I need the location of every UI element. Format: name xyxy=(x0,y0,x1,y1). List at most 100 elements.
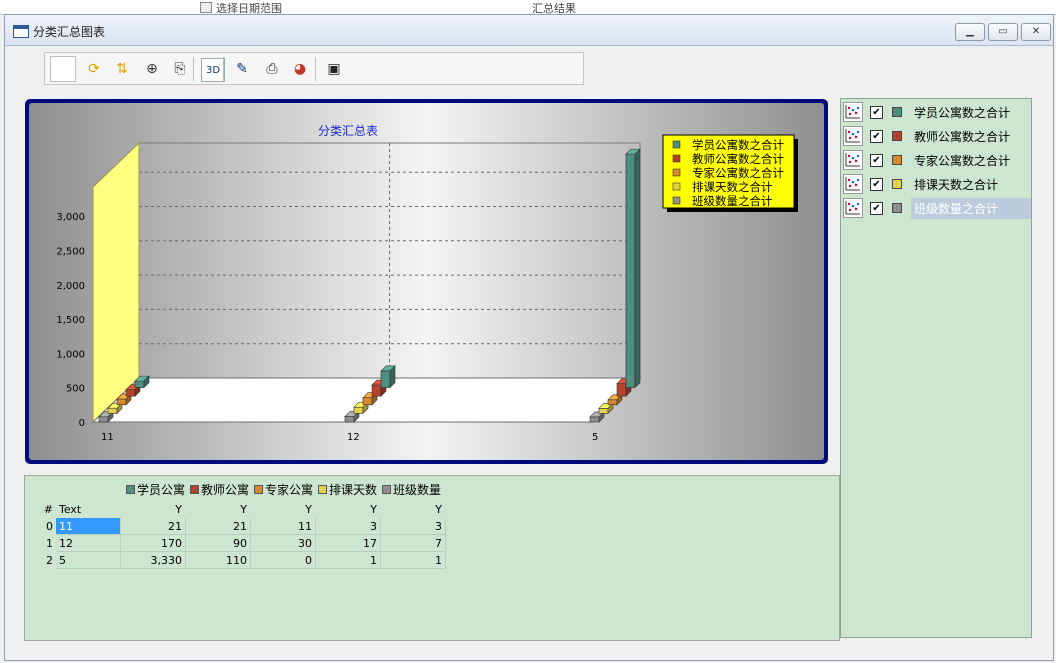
rotate-icon: ⟳ xyxy=(88,61,100,77)
window-app-icon xyxy=(13,25,29,38)
print-button[interactable]: ⎙ xyxy=(261,58,283,80)
grid-header-rownum: # xyxy=(43,502,53,516)
legend-label: 班级数量之合计 xyxy=(692,194,773,208)
copy-button[interactable]: ⎘ xyxy=(169,58,191,80)
value-cell[interactable]: 21 xyxy=(185,517,251,535)
refresh-button[interactable]: ⟳ xyxy=(83,58,105,80)
row-number: 2 xyxy=(46,553,53,567)
save-button[interactable]: ▣ xyxy=(323,58,345,80)
chart-area: 0 500 1,000 1,500 2,000 2,500 3,000 分类汇总表 11 12 5 学… xyxy=(25,99,828,464)
toolbar-separator xyxy=(75,57,76,81)
value-cell[interactable]: 11 xyxy=(250,517,316,535)
table-row[interactable]: 2 5 3,330 110 0 1 1 xyxy=(26,551,446,569)
series-swatch xyxy=(892,179,902,189)
bar-front xyxy=(625,153,636,388)
palette-icon: ◕ xyxy=(293,61,307,77)
palette-button[interactable]: ◕ xyxy=(289,58,311,80)
x-tick-label: 5 xyxy=(592,432,598,443)
x-tick-label: 11 xyxy=(101,432,114,443)
legend-swatch xyxy=(672,168,681,177)
gallery-button[interactable] xyxy=(50,56,76,82)
grid-legend-item: 班级数量 xyxy=(382,481,446,497)
chart-legend[interactable]: 学员公寓数之合计教师公寓数之合计专家公寓数之合计排课天数之合计班级数量之合计 xyxy=(662,134,798,212)
value-cell[interactable]: 3,330 xyxy=(120,551,186,569)
series-label: 班级数量之合计 xyxy=(911,197,1031,219)
grid-header-y: Y xyxy=(240,502,247,516)
minimize-button[interactable]: ▁ xyxy=(955,23,985,41)
bar-front xyxy=(589,416,600,423)
series-checkbox[interactable]: ✔ xyxy=(870,201,883,215)
text-cell[interactable]: 11 xyxy=(55,517,121,535)
format-button[interactable]: ✎ xyxy=(231,58,253,80)
legend-swatch xyxy=(672,196,681,205)
zoom-icon: ⊕ xyxy=(146,61,158,77)
value-cell[interactable]: 17 xyxy=(315,534,381,552)
series-list-item[interactable]: ✔ 学员公寓数之合计 xyxy=(843,102,1031,122)
series-label: 学员公寓数之合计 xyxy=(914,105,1011,120)
bar-学员公寓数之合计-12[interactable] xyxy=(380,365,396,389)
axis-arrows-icon: ⇅ xyxy=(116,61,128,77)
bar-front xyxy=(344,416,355,423)
value-cell[interactable]: 1 xyxy=(315,551,381,569)
series-label: 专家公寓数之合计 xyxy=(914,153,1011,168)
minimize-icon: ▁ xyxy=(966,26,974,37)
series-list-item[interactable]: ✔ 教师公寓数之合计 xyxy=(843,126,1031,146)
table-row[interactable]: 1 12 170 90 30 17 7 xyxy=(26,534,446,552)
chart-title: 分类汇总表 xyxy=(318,124,378,138)
series-list-item[interactable]: ✔ 专家公寓数之合计 xyxy=(843,150,1031,170)
series-list-item[interactable]: ✔ 班级数量之合计 xyxy=(843,197,1031,219)
text-cell[interactable]: 12 xyxy=(55,534,121,552)
value-cell[interactable]: 1 xyxy=(380,551,446,569)
text-cell[interactable]: 5 xyxy=(55,551,121,569)
chart-svg[interactable]: 0 500 1,000 1,500 2,000 2,500 3,000 分类汇总表 11 12 5 学… xyxy=(29,103,824,460)
zoom-button[interactable]: ⊕ xyxy=(141,58,163,80)
data-grid-panel: 学员公寓 教师公寓 专家公寓 排课天数 班级数量 # Text Y Y Y Y Y 0 11 21 21 11… xyxy=(24,475,840,641)
series-swatch xyxy=(318,484,327,494)
grid-header-y: Y xyxy=(370,502,377,516)
chart-left-wall xyxy=(92,141,140,424)
background-checkbox xyxy=(200,2,212,13)
y-tick-label: 3,000 xyxy=(56,212,85,223)
value-cell[interactable]: 3 xyxy=(315,517,381,535)
x-tick-label: 12 xyxy=(347,432,360,443)
3d-button[interactable]: 3D xyxy=(201,58,225,82)
legend-label: 学员公寓数之合计 xyxy=(692,138,784,152)
value-cell[interactable]: 0 xyxy=(250,551,316,569)
title-bar[interactable]: 分类汇总图表 ▁ ▭ ✕ xyxy=(5,15,1053,46)
y-tick-label: 1,000 xyxy=(56,349,85,360)
grid-legend-item: 学员公寓 xyxy=(126,481,190,497)
series-list-item[interactable]: ✔ 排课天数之合计 xyxy=(843,174,1031,194)
series-checkbox[interactable]: ✔ xyxy=(870,153,883,167)
table-row[interactable]: 0 11 21 21 11 3 3 xyxy=(26,517,446,535)
scatter-chart-icon xyxy=(843,102,863,122)
value-cell[interactable]: 3 xyxy=(380,517,446,535)
data-grid[interactable]: # Text Y Y Y Y Y 0 11 21 21 11 3 3 1 12 170 90 30 17 7 2 5 3,33… xyxy=(25,500,446,569)
bar-front xyxy=(607,399,618,406)
value-cell[interactable]: 110 xyxy=(185,551,251,569)
legend-label: 排课天数之合计 xyxy=(692,180,773,194)
restore-button[interactable]: ▭ xyxy=(988,23,1018,41)
series-swatch xyxy=(254,484,263,494)
series-checkbox[interactable]: ✔ xyxy=(870,105,883,119)
axis-button[interactable]: ⇅ xyxy=(111,58,133,80)
bar-front xyxy=(353,406,364,414)
legend-label: 专家公寓数之合计 xyxy=(692,166,784,180)
value-cell[interactable]: 90 xyxy=(185,534,251,552)
bar-front xyxy=(616,383,627,397)
value-cell[interactable]: 30 xyxy=(250,534,316,552)
close-button[interactable]: ✕ xyxy=(1021,23,1051,41)
row-number: 1 xyxy=(46,536,53,550)
series-checkbox[interactable]: ✔ xyxy=(870,177,883,191)
bar-学员公寓数之合计-5[interactable] xyxy=(625,148,641,389)
chart-window: 分类汇总图表 ▁ ▭ ✕ ⟳ ⇅ ⊕ ⎘ 3D ✎ ⎙ ◕ ▣ 0 500 1,000 1,500 2,… xyxy=(4,14,1054,661)
value-cell[interactable]: 21 xyxy=(120,517,186,535)
value-cell[interactable]: 170 xyxy=(120,534,186,552)
value-cell[interactable]: 7 xyxy=(380,534,446,552)
y-tick-label: 0 xyxy=(79,418,85,429)
series-swatch xyxy=(382,484,391,494)
bar-front xyxy=(362,397,373,406)
bar-side xyxy=(634,148,641,389)
series-checkbox[interactable]: ✔ xyxy=(870,129,883,143)
save-icon: ▣ xyxy=(327,61,341,77)
chart-toolbar: ⟳ ⇅ ⊕ ⎘ 3D ✎ ⎙ ◕ ▣ xyxy=(44,52,584,85)
